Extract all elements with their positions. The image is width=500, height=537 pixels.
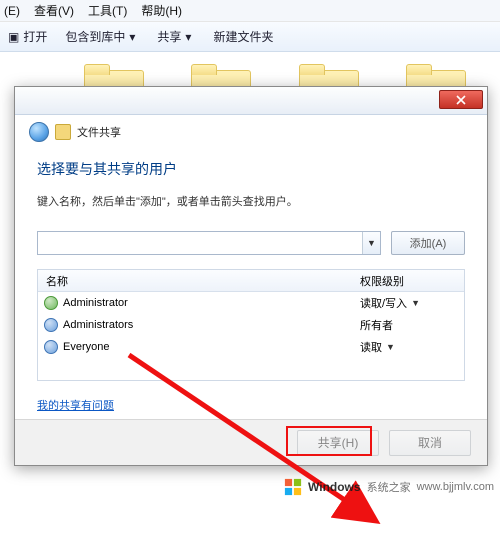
menubar: (E) 查看(V) 工具(T) 帮助(H) — [0, 0, 500, 22]
chevron-down-icon: ▼ — [367, 238, 376, 248]
explorer-toolbar: ▣打开 包含到库中▾ 共享▾ 新建文件夹 — [0, 22, 500, 52]
watermark-url: www.bjjmlv.com — [417, 481, 494, 493]
open-button[interactable]: ▣打开 — [8, 28, 47, 45]
breadcrumb-label: 文件共享 — [77, 124, 121, 140]
share-button[interactable]: 共享▾ — [157, 28, 195, 45]
chevron-down-icon: ▼ — [411, 298, 420, 308]
user-input[interactable] — [38, 236, 362, 250]
list-item[interactable]: Administrator 读取/写入▼ — [38, 292, 464, 314]
menu-item[interactable]: 查看(V) — [34, 2, 74, 19]
user-icon — [44, 296, 58, 310]
cancel-button[interactable]: 取消 — [389, 430, 471, 456]
list-header: 名称 权限级别 — [38, 270, 464, 292]
back-button[interactable] — [29, 122, 49, 142]
group-icon — [44, 340, 58, 354]
menu-item[interactable]: 帮助(H) — [141, 2, 182, 19]
folder-icon — [55, 124, 71, 140]
help-link[interactable]: 我的共享有问题 — [37, 397, 114, 413]
list-item[interactable]: Administrators 所有者 — [38, 314, 464, 336]
chevron-down-icon: ▾ — [185, 30, 191, 44]
user-name: Administrator — [63, 297, 354, 309]
dialog-footer: 共享(H) 取消 — [15, 419, 487, 465]
page-title: 选择要与其共享的用户 — [37, 159, 465, 179]
instruction-text: 键入名称，然后单击"添加"，或者单击箭头查找用户。 — [37, 193, 465, 209]
include-library-button[interactable]: 包含到库中▾ — [65, 28, 139, 45]
dropdown-button[interactable]: ▼ — [362, 232, 380, 254]
watermark-sub: 系统之家 — [367, 479, 411, 495]
menu-item[interactable]: (E) — [4, 4, 20, 18]
share-confirm-button[interactable]: 共享(H) — [297, 430, 379, 456]
group-icon — [44, 318, 58, 332]
permission-cell[interactable]: 读取/写入▼ — [354, 295, 464, 311]
menu-item[interactable]: 工具(T) — [88, 2, 127, 19]
close-button[interactable] — [439, 90, 483, 109]
chevron-down-icon: ▾ — [129, 30, 135, 44]
titlebar — [15, 87, 487, 115]
open-icon: ▣ — [8, 30, 19, 44]
user-name: Administrators — [63, 319, 354, 331]
column-permission[interactable]: 权限级别 — [354, 273, 464, 289]
watermark-brand: Windows — [308, 480, 361, 494]
file-sharing-dialog: 文件共享 选择要与其共享的用户 键入名称，然后单击"添加"，或者单击箭头查找用户… — [14, 86, 488, 466]
chevron-down-icon: ▼ — [386, 342, 395, 352]
close-icon — [456, 95, 466, 105]
watermark: Windows 系统之家 www.bjjmlv.com — [284, 478, 494, 496]
column-name[interactable]: 名称 — [38, 273, 354, 289]
user-combobox[interactable]: ▼ — [37, 231, 381, 255]
user-name: Everyone — [63, 341, 354, 353]
permission-cell[interactable]: 读取▼ — [354, 339, 464, 355]
breadcrumb: 文件共享 — [55, 121, 121, 143]
add-button[interactable]: 添加(A) — [391, 231, 465, 255]
list-item[interactable]: Everyone 读取▼ — [38, 336, 464, 358]
permission-cell: 所有者 — [354, 317, 464, 333]
new-folder-button[interactable]: 新建文件夹 — [213, 28, 273, 45]
windows-logo-icon — [284, 478, 302, 496]
user-list: 名称 权限级别 Administrator 读取/写入▼ Administrat… — [37, 269, 465, 381]
